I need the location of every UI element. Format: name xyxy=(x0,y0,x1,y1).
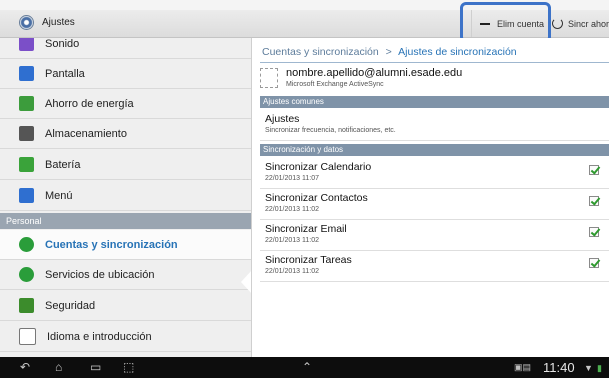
sidebar-item-label: Servicios de ubicación xyxy=(45,268,155,281)
sync-row-title: Sincronizar Contactos xyxy=(265,192,368,204)
breadcrumb-current: Ajustes de sincronización xyxy=(398,46,517,58)
sidebar-item-idioma[interactable]: Idioma e introducción xyxy=(0,322,251,352)
display-icon xyxy=(19,66,34,81)
sync-tasks-checkbox[interactable] xyxy=(589,258,599,268)
settings-row-title: Ajustes xyxy=(265,113,300,125)
remove-account-label: Elim cuenta xyxy=(497,18,545,29)
battery-icon: ▮ xyxy=(597,363,602,373)
breadcrumb-separator: > xyxy=(385,46,392,58)
account-header: nombre.apellido@alumni.esade.edu Microso… xyxy=(260,67,609,92)
sidebar-item-label: Sonido xyxy=(45,38,80,50)
account-email: nombre.apellido@alumni.esade.edu xyxy=(286,67,463,79)
sidebar-item-label: Batería xyxy=(45,158,81,171)
active-item-pointer xyxy=(241,270,251,294)
sidebar-item-label: Cuentas y sincronización xyxy=(45,238,178,251)
recent-apps-icon[interactable]: ▭ xyxy=(90,361,101,373)
breadcrumb-divider xyxy=(260,62,609,63)
sidebar-item-ubicacion[interactable]: Servicios de ubicación xyxy=(0,260,251,290)
sidebar-item-bateria[interactable]: Batería xyxy=(0,150,251,180)
sidebar-item-label: Almacenamiento xyxy=(45,127,127,140)
sync-row-date: 22/01/2013 11:02 xyxy=(265,237,319,244)
sync-calendar-checkbox[interactable] xyxy=(589,165,599,175)
sync-row-date: 22/01/2013 11:02 xyxy=(265,206,319,213)
settings-gear-icon[interactable] xyxy=(19,15,34,30)
sync-row-title: Sincronizar Calendario xyxy=(265,161,372,173)
sync-now-label: Sincr ahora xyxy=(568,18,609,29)
sidebar-item-sonido[interactable]: Sonido xyxy=(0,38,251,59)
settings-row-subtitle: Sincronizar frecuencia, notificaciones, … xyxy=(265,127,396,134)
sync-row-email[interactable]: Sincronizar Email 22/01/2013 11:02 xyxy=(260,220,609,251)
sidebar-item-label: Ahorro de energía xyxy=(45,97,134,110)
section-common-settings: Ajustes comunes xyxy=(260,96,609,108)
action-bar: Ajustes Elim cuenta Sincr ahora xyxy=(0,10,609,38)
sync-icon xyxy=(552,18,563,29)
sidebar-item-label: Seguridad xyxy=(45,299,96,312)
minus-icon xyxy=(480,22,490,25)
back-icon[interactable]: ↶ xyxy=(20,361,30,373)
sync-row-date: 22/01/2013 11:07 xyxy=(265,175,319,182)
sync-now-button[interactable]: Sincr ahora xyxy=(546,10,609,37)
sync-row-tasks[interactable]: Sincronizar Tareas 22/01/2013 11:02 xyxy=(260,251,609,282)
account-placeholder-icon xyxy=(260,68,278,88)
section-sync-data: Sincronización y datos xyxy=(260,144,609,156)
sidebar-section-personal: Personal xyxy=(0,213,251,229)
sync-email-checkbox[interactable] xyxy=(589,227,599,237)
sound-icon xyxy=(19,38,34,51)
sync-row-title: Sincronizar Email xyxy=(265,223,347,235)
home-icon[interactable]: ⌂ xyxy=(55,361,62,373)
top-strip xyxy=(0,0,609,10)
storage-icon xyxy=(19,126,34,141)
sidebar-item-cuentas-sync[interactable]: Cuentas y sincronización xyxy=(0,230,251,260)
breadcrumb: Cuentas y sincronización > Ajustes de si… xyxy=(262,46,517,58)
account-type: Microsoft Exchange ActiveSync xyxy=(286,81,384,88)
sidebar-item-almacenamiento[interactable]: Almacenamiento xyxy=(0,119,251,149)
sidebar-item-label: Idioma e introducción xyxy=(47,330,152,343)
sync-row-contacts[interactable]: Sincronizar Contactos 22/01/2013 11:02 xyxy=(260,189,609,220)
app-title: Ajustes xyxy=(42,17,75,28)
system-navigation-bar: ↶ ⌂ ▭ ⬚ ⌃ ▣▤ 11:40 ▼ ▮ xyxy=(0,357,609,378)
notification-icons[interactable]: ▣▤ xyxy=(514,362,531,373)
sidebar-item-pantalla[interactable]: Pantalla xyxy=(0,59,251,89)
location-icon xyxy=(19,267,34,282)
sync-row-date: 22/01/2013 11:02 xyxy=(265,268,319,275)
sync-contacts-checkbox[interactable] xyxy=(589,196,599,206)
power-saving-icon xyxy=(19,96,34,111)
sidebar-item-label: Menú xyxy=(45,189,73,202)
settings-row[interactable]: Ajustes Sincronizar frecuencia, notifica… xyxy=(260,110,609,141)
sidebar-item-label: Pantalla xyxy=(45,67,85,80)
wifi-icon: ▼ xyxy=(584,363,593,373)
language-icon xyxy=(19,328,36,345)
sidebar-item-seguridad[interactable]: Seguridad xyxy=(0,291,251,321)
battery-icon xyxy=(19,157,34,172)
settings-sidebar: Sonido Pantalla Ahorro de energía Almace… xyxy=(0,38,251,357)
clock: 11:40 xyxy=(543,360,575,375)
sync-detail-panel: Cuentas y sincronización > Ajustes de si… xyxy=(251,38,609,357)
security-icon xyxy=(19,298,34,313)
up-arrow-icon[interactable]: ⌃ xyxy=(302,361,312,373)
sync-row-calendar[interactable]: Sincronizar Calendario 22/01/2013 11:07 xyxy=(260,158,609,189)
menu-icon xyxy=(19,188,34,203)
screenshot-icon[interactable]: ⬚ xyxy=(123,361,134,373)
sync-accounts-icon xyxy=(19,237,34,252)
remove-account-button[interactable]: Elim cuenta xyxy=(471,10,545,37)
sidebar-item-menu[interactable]: Menú xyxy=(0,181,251,211)
breadcrumb-parent[interactable]: Cuentas y sincronización xyxy=(262,46,379,58)
sync-row-title: Sincronizar Tareas xyxy=(265,254,352,266)
sidebar-item-ahorro-energia[interactable]: Ahorro de energía xyxy=(0,89,251,119)
